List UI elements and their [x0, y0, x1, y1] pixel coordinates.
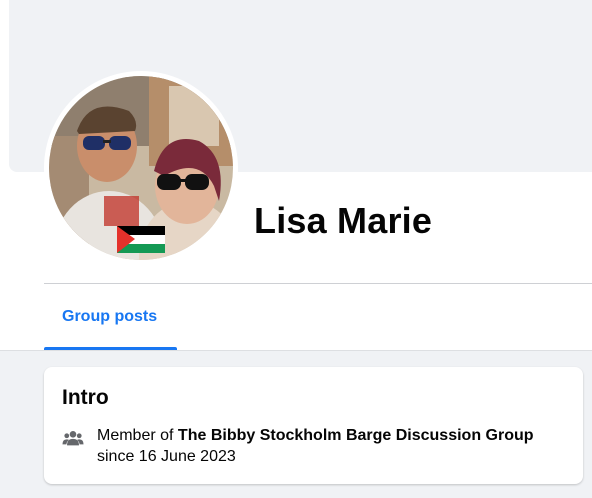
member-of-label: Member of: [97, 427, 178, 444]
intro-card: Intro Member of The Bibby Stockholm Barg…: [44, 367, 583, 484]
group-name-link[interactable]: The Bibby Stockholm Barge Discussion Gro…: [178, 427, 534, 444]
member-since-text: since 16 June 2023: [97, 448, 236, 465]
avatar-photo: [49, 76, 233, 260]
palestine-flag-icon: [117, 226, 165, 253]
membership-text: Member of The Bibby Stockholm Barge Disc…: [97, 425, 567, 467]
group-members-icon: [62, 431, 84, 446]
header-bottom-border: [0, 350, 592, 351]
profile-avatar[interactable]: [49, 76, 233, 260]
tab-label: Group posts: [62, 308, 158, 325]
intro-title: Intro: [62, 386, 109, 409]
profile-header: Lisa Marie Group posts: [0, 0, 592, 350]
profile-name: Lisa Marie: [254, 200, 433, 241]
tab-group-posts[interactable]: Group posts: [44, 284, 177, 350]
